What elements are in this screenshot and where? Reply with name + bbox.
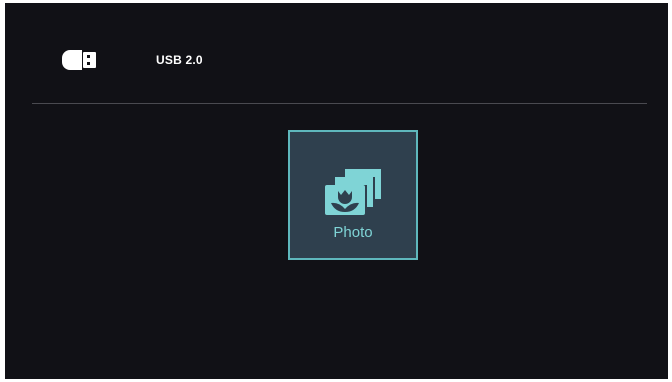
photo-icon (325, 169, 381, 215)
photo-label: Photo (333, 224, 373, 241)
media-player-screen: USB 2.0 Photo (5, 3, 668, 379)
header: USB 2.0 (5, 3, 668, 103)
storage-label: USB 2.0 (156, 53, 203, 67)
header-divider (32, 103, 647, 104)
usb-drive-icon (62, 50, 96, 70)
photo-tile[interactable]: Photo (288, 130, 418, 260)
